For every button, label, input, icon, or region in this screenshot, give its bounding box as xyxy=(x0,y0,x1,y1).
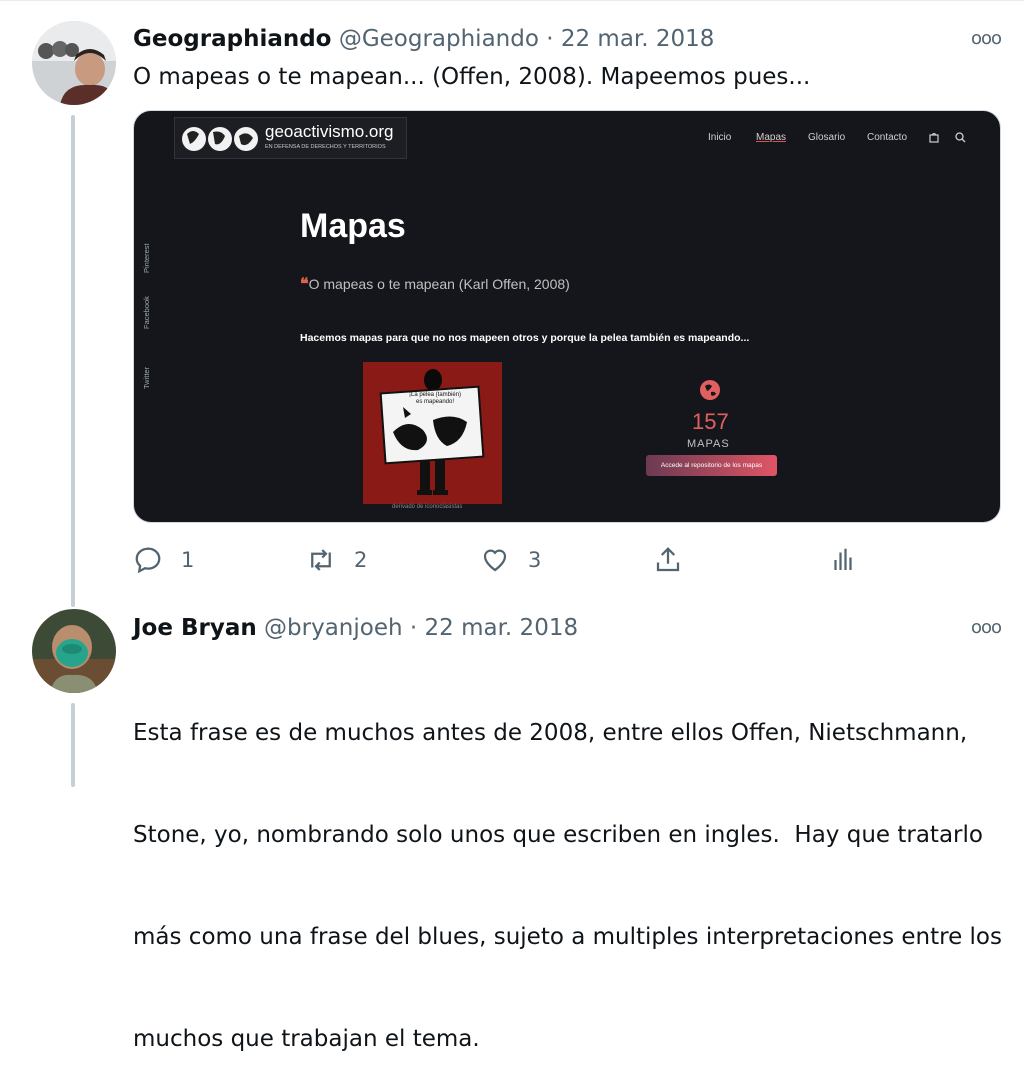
poster-image[interactable]: ¡La pelea (también) es mapeando! xyxy=(363,362,502,504)
analytics-icon xyxy=(834,548,852,570)
handle[interactable]: @Geographiando xyxy=(339,26,539,52)
quote: ❝O mapeas o te mapean (Karl Offen, 2008) xyxy=(300,274,570,294)
tweet-text-line: muchos que trabajan el tema. xyxy=(133,1026,480,1052)
quote-text: O mapeas o te mapean (Karl Offen, 2008) xyxy=(308,276,570,292)
separator: · xyxy=(402,615,425,641)
analytics-button[interactable] xyxy=(828,545,858,575)
social-links: Twitter Facebook Pinterest xyxy=(142,241,162,391)
retweet-count: 2 xyxy=(354,548,368,572)
tweet-date[interactable]: 22 mar. 2018 xyxy=(561,26,715,52)
thread-line xyxy=(71,703,75,787)
tweet-text-line: Esta frase es de muchos antes de 2008, e… xyxy=(133,720,968,746)
top-divider xyxy=(0,0,1024,1)
heart-icon xyxy=(483,549,507,572)
map-count: 157 xyxy=(692,409,729,434)
share-button[interactable] xyxy=(653,545,683,575)
nav-inicio[interactable]: Inicio xyxy=(708,132,731,143)
more-options-icon[interactable]: ooo xyxy=(971,617,1002,638)
site-logo[interactable]: geoactivismo.org EN DEFENSA DE DERECHOS … xyxy=(174,117,407,159)
tweet-text: O mapeas o te mapean... (Offen, 2008). M… xyxy=(133,64,811,90)
reply-count: 1 xyxy=(181,548,195,572)
site-name: geoactivismo.org xyxy=(265,122,394,141)
social-twitter[interactable]: Twitter xyxy=(142,367,151,389)
nav-contacto[interactable]: Contacto xyxy=(867,132,907,143)
reply-button[interactable]: 1 xyxy=(133,545,194,575)
map-count-label: MAPAS xyxy=(687,438,730,450)
tweet-header: Geographiando @Geographiando · 22 mar. 2… xyxy=(133,26,714,52)
tweet-header: Joe Bryan @bryanjoeh · 22 mar. 2018 xyxy=(133,615,578,641)
tweet-text-line: más como una frase del blues, sujeto a m… xyxy=(133,924,1002,950)
bag-icon[interactable] xyxy=(929,132,939,143)
repository-button[interactable]: Accede al repositorio de los mapas xyxy=(646,455,777,476)
nav-mapas[interactable]: Mapas xyxy=(756,132,786,143)
tweet-media[interactable]: geoactivismo.org EN DEFENSA DE DERECHOS … xyxy=(133,110,1001,523)
nav-glosario[interactable]: Glosario xyxy=(808,132,845,143)
handle[interactable]: @bryanjoeh xyxy=(264,615,403,641)
display-name[interactable]: Joe Bryan xyxy=(133,615,257,641)
separator: · xyxy=(538,26,561,52)
page-title: Mapas xyxy=(300,207,406,245)
tweet-text: Esta frase es de muchos antes de 2008, e… xyxy=(133,648,1013,1090)
more-options-icon[interactable]: ooo xyxy=(971,28,1002,49)
search-icon[interactable] xyxy=(955,132,966,143)
social-facebook[interactable]: Facebook xyxy=(142,296,151,329)
globes-logo-icon xyxy=(182,127,258,151)
avatar[interactable] xyxy=(32,21,116,105)
poster-caption: derivado de iconoclasistas xyxy=(392,504,463,510)
like-button[interactable]: 3 xyxy=(480,545,541,575)
thread-line xyxy=(71,115,75,607)
site-tagline: EN DEFENSA DE DERECHOS Y TERRITORIOS xyxy=(265,144,386,150)
globe-icon xyxy=(700,380,720,400)
page-tagline: Hacemos mapas para que no nos mapeen otr… xyxy=(300,332,750,344)
social-pinterest[interactable]: Pinterest xyxy=(142,243,151,273)
reply-icon xyxy=(135,547,161,574)
retweet-button[interactable]: 2 xyxy=(306,545,367,575)
tweet-date[interactable]: 22 mar. 2018 xyxy=(425,615,579,641)
share-icon xyxy=(656,547,680,572)
like-count: 3 xyxy=(528,548,542,572)
avatar[interactable] xyxy=(32,609,116,693)
tweet-text-line: Stone, yo, nombrando solo unos que escri… xyxy=(133,822,983,848)
retweet-icon xyxy=(311,549,331,571)
poster-text: ¡La pelea (también) es mapeando! xyxy=(408,392,462,405)
display-name[interactable]: Geographiando xyxy=(133,26,332,52)
quote-icon: ❝ xyxy=(300,276,309,293)
